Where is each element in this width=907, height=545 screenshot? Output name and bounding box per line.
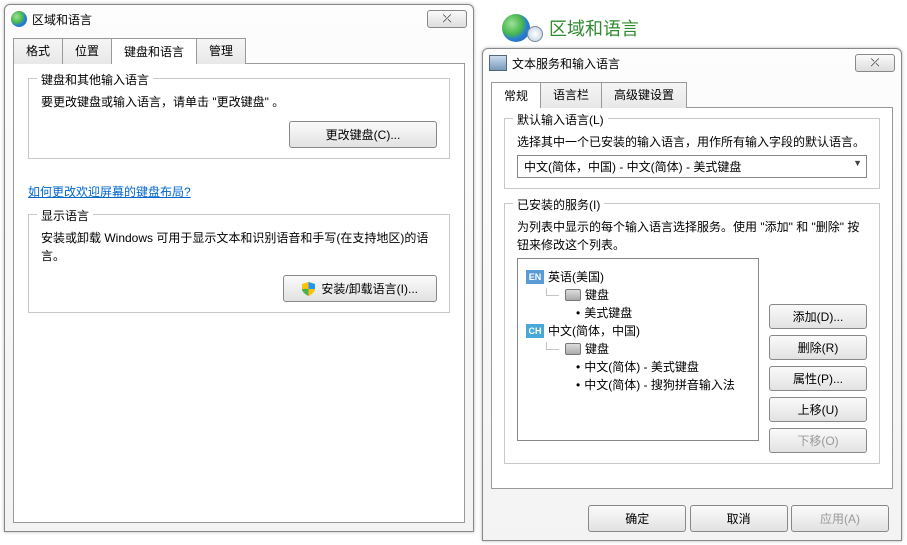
installed-desc: 为列表中显示的每个输入语言选择服务。使用 "添加" 和 "删除" 按钮来修改这个…	[517, 218, 867, 254]
close-button[interactable]: ⤫	[855, 54, 895, 72]
group-title-default: 默认输入语言(L)	[513, 111, 608, 128]
tab-format[interactable]: 格式	[13, 38, 63, 64]
install-lang-button[interactable]: 安装/卸载语言(I)...	[283, 275, 437, 302]
properties-button[interactable]: 属性(P)...	[769, 366, 867, 391]
lang-badge-en: EN	[526, 270, 544, 284]
globe-icon	[11, 11, 27, 27]
lang-badge-cn: CH	[526, 324, 544, 338]
list-item: 键盘	[585, 286, 609, 303]
list-item[interactable]: 中文(简体) - 美式键盘	[584, 358, 699, 375]
globe-clock-icon	[502, 14, 543, 42]
remove-button[interactable]: 删除(R)	[769, 335, 867, 360]
tab-location[interactable]: 位置	[62, 38, 112, 64]
dialog-title: 区域和语言	[32, 11, 427, 28]
group-title-displaylang: 显示语言	[37, 207, 93, 224]
list-item: 键盘	[585, 340, 609, 357]
group-title-keyboards: 键盘和其他输入语言	[37, 71, 153, 88]
list-item[interactable]: 中文(简体) - 搜狗拼音输入法	[584, 376, 735, 393]
language-tree[interactable]: EN英语(美国) └─键盘 •美式键盘 CH中文(简体，中国) └─键盘 •中文…	[517, 258, 759, 441]
keyboard-icon	[565, 289, 581, 301]
list-item[interactable]: 美式键盘	[584, 304, 632, 321]
tab-general[interactable]: 常规	[491, 82, 541, 108]
keyboard-icon	[565, 343, 581, 355]
default-language-select[interactable]: 中文(简体，中国) - 中文(简体) - 美式键盘	[517, 155, 867, 178]
tab-keyboards[interactable]: 键盘和语言	[111, 38, 197, 64]
move-down-button: 下移(O)	[769, 428, 867, 453]
list-item[interactable]: 中文(简体，中国)	[548, 322, 640, 339]
tab-advanced[interactable]: 高级键设置	[601, 82, 687, 108]
tab-langbar[interactable]: 语言栏	[540, 82, 602, 108]
close-button[interactable]: ⤫	[427, 10, 467, 28]
shield-icon	[302, 282, 315, 296]
group-desc: 要更改键盘或输入语言，请单击 "更改键盘" 。	[41, 93, 437, 111]
list-item[interactable]: 英语(美国)	[548, 268, 604, 285]
group-desc: 安装或卸载 Windows 可用于显示文本和识别语音和手写(在支持地区)的语言。	[41, 229, 437, 265]
default-desc: 选择其中一个已安装的输入语言，用作所有输入字段的默认语言。	[517, 133, 867, 151]
move-up-button[interactable]: 上移(U)	[769, 397, 867, 422]
help-link[interactable]: 如何更改欢迎屏幕的键盘布局?	[28, 183, 191, 200]
add-button[interactable]: 添加(D)...	[769, 304, 867, 329]
tab-admin[interactable]: 管理	[196, 38, 246, 64]
cp-title: 区域和语言	[549, 15, 639, 41]
change-keyboard-button[interactable]: 更改键盘(C)...	[289, 121, 437, 148]
install-lang-label: 安装/卸载语言(I)...	[321, 282, 418, 296]
group-title-installed: 已安装的服务(I)	[513, 196, 604, 213]
ime-icon	[489, 55, 507, 71]
dialog-title: 文本服务和输入语言	[512, 55, 855, 72]
